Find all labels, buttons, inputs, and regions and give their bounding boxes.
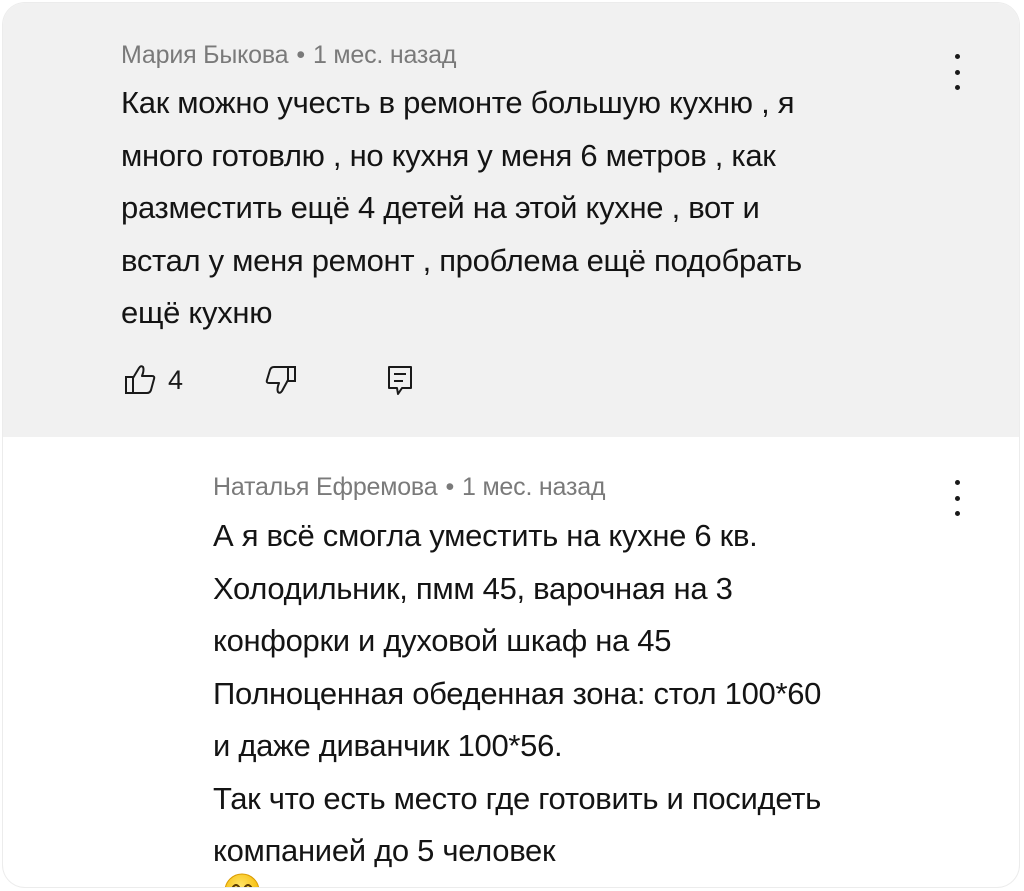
reply-comment-time[interactable]: 1 мес. назад bbox=[462, 473, 606, 501]
parent-comment-line: много готовлю , но кухня у меня 6 метров… bbox=[121, 137, 776, 173]
like-button[interactable]: 4 bbox=[124, 364, 183, 396]
meta-separator: • bbox=[296, 41, 305, 69]
reply-comment-line: компанией до 5 человек bbox=[213, 833, 556, 868]
reply-comment-line: А я всё смогла уместить на кухне 6 кв. bbox=[213, 518, 758, 553]
reply-comment-author[interactable]: Наталья Ефремова bbox=[213, 473, 438, 501]
like-count: 4 bbox=[168, 364, 184, 395]
parent-comment-meta: Мария Быкова • 1 мес. назад bbox=[121, 41, 456, 70]
parent-comment-author[interactable]: Мария Быкова bbox=[121, 41, 289, 69]
thumbs-up-icon bbox=[125, 365, 156, 394]
parent-comment-line: разместить ещё 4 детей на этой кухне , в… bbox=[121, 190, 760, 225]
parent-comment-line: Как можно учесть в ремонте большую кухню… bbox=[121, 85, 795, 120]
reply-comment-line: Холодильник, пмм 45, варочная на 3 bbox=[213, 570, 733, 606]
reply-comment-more-icon[interactable] bbox=[947, 480, 967, 516]
smiling-face-icon bbox=[224, 873, 260, 887]
reply-comment-text: А я всё смогла уместить на кухне 6 кв. Х… bbox=[213, 510, 821, 887]
dislike-button[interactable] bbox=[263, 364, 297, 396]
reply-comment-line: и даже диванчик 100*56. bbox=[213, 728, 563, 763]
thumbs-down-icon bbox=[265, 366, 296, 394]
parent-comment-line: встал у меня ремонт , проблема ещё подоб… bbox=[121, 242, 802, 278]
reply-comment-last-line: компанией до 5 человек bbox=[213, 825, 821, 887]
parent-comment: Мария Быкова • 1 мес. назад Как можно учес… bbox=[3, 3, 1019, 437]
reply-comment-line: Полноценная обеденная зона: стол 100*60 bbox=[213, 675, 822, 711]
reply-comment-line: конфорки и духовой шкаф на 45 bbox=[213, 623, 672, 658]
meta-separator: • bbox=[445, 473, 454, 501]
parent-comment-text: Как можно учесть в ремонте большую кухню… bbox=[121, 77, 802, 340]
smiling-face-emoji bbox=[223, 872, 821, 887]
parent-comment-time[interactable]: 1 мес. назад bbox=[313, 41, 457, 69]
comments-screenshot: Мария Быкова • 1 мес. назад Как можно учес… bbox=[3, 3, 1019, 887]
parent-comment-more-icon[interactable] bbox=[947, 54, 967, 90]
reply-comment-meta: Наталья Ефремова • 1 мес. назад bbox=[213, 473, 606, 502]
reply-comment-icon bbox=[388, 366, 412, 395]
parent-comment-line: ещё кухню bbox=[121, 295, 273, 330]
reply-button[interactable] bbox=[386, 364, 414, 398]
reply-comment-line: Так что есть место где готовить и посиде… bbox=[213, 780, 821, 816]
